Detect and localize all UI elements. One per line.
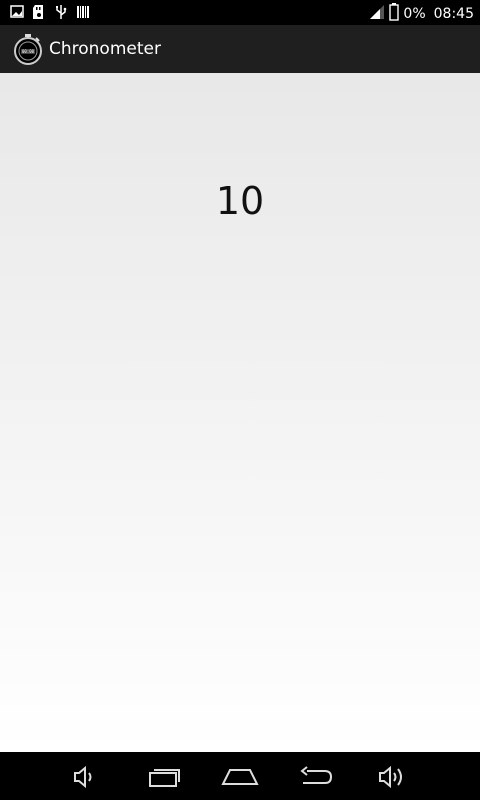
counter-display: 10 — [215, 179, 265, 223]
back-icon[interactable] — [297, 764, 337, 790]
signal-icon — [369, 4, 385, 24]
sd-card-icon — [32, 4, 46, 20]
status-bar: 0% 08:45 — [0, 0, 480, 25]
main-content: 10 — [0, 73, 480, 752]
action-bar: 00:00 Chronometer — [0, 25, 480, 74]
volume-up-icon[interactable] — [374, 764, 414, 790]
image-notification-icon — [10, 4, 24, 20]
app-title: Chronometer — [49, 39, 161, 59]
home-icon[interactable] — [220, 764, 260, 790]
usb-icon — [54, 4, 68, 20]
volume-down-icon[interactable] — [65, 764, 105, 790]
recent-apps-icon[interactable] — [145, 764, 185, 790]
svg-text:00:00: 00:00 — [22, 49, 35, 54]
battery-icon — [389, 3, 400, 25]
clock: 08:45 — [433, 6, 474, 22]
barcode-icon — [76, 4, 90, 20]
system-status: 0% 08:45 — [369, 3, 474, 25]
notification-icons — [10, 4, 90, 20]
stopwatch-icon[interactable]: 00:00 — [12, 33, 44, 65]
battery-percent: 0% — [403, 6, 426, 22]
navigation-bar — [0, 752, 480, 800]
